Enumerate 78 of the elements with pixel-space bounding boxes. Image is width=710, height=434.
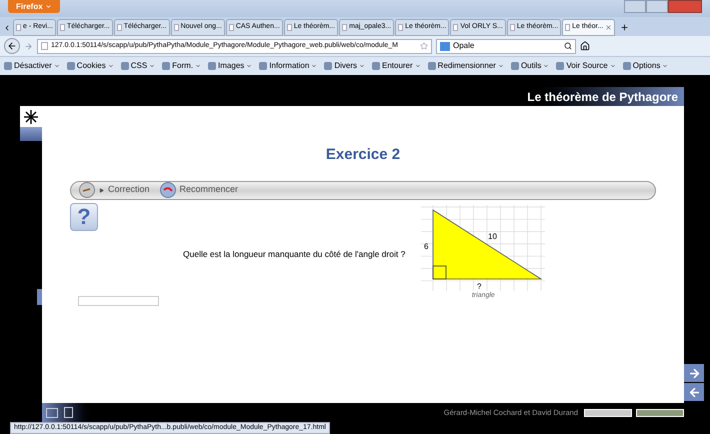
toolbar-menu-item[interactable]: Images bbox=[218, 60, 244, 72]
logo-icon[interactable] bbox=[24, 110, 38, 124]
caret-icon bbox=[108, 63, 114, 69]
right-arrow-icon bbox=[688, 366, 700, 380]
caret-icon bbox=[149, 63, 156, 69]
new-tab-icon[interactable] bbox=[620, 23, 630, 32]
toolbar-menu-item[interactable]: Voir Source bbox=[566, 60, 608, 72]
toolbar-item-icon bbox=[4, 62, 12, 70]
toolbar-menu-item[interactable]: Options bbox=[632, 60, 660, 72]
caret-icon bbox=[44, 3, 52, 10]
caret-icon bbox=[414, 63, 421, 69]
home-icon[interactable] bbox=[580, 41, 590, 51]
caret-icon bbox=[54, 63, 60, 69]
caret-icon bbox=[662, 63, 668, 69]
toolbar-item-icon bbox=[510, 62, 519, 70]
caret-icon bbox=[358, 63, 365, 69]
page-icon bbox=[41, 42, 48, 50]
exercise-title: Exercice 2 bbox=[326, 145, 400, 165]
license-badge[interactable] bbox=[584, 408, 632, 416]
question-text: Quelle est la longueur manquante du côté de l'angle droit ? bbox=[183, 248, 406, 261]
restart-icon bbox=[160, 182, 176, 198]
page-icon bbox=[453, 24, 458, 31]
toolbar-menu-item[interactable]: Entourer bbox=[382, 60, 413, 72]
toolbar-item-icon bbox=[324, 62, 332, 70]
back-button[interactable] bbox=[4, 38, 20, 54]
page-icon bbox=[116, 24, 122, 31]
page-icon bbox=[565, 24, 570, 31]
previous-button[interactable] bbox=[684, 383, 704, 401]
toolbar-menu-item[interactable]: Information bbox=[269, 60, 310, 72]
toolbar-item-icon bbox=[556, 62, 564, 70]
caret-icon bbox=[610, 63, 616, 69]
next-button[interactable] bbox=[684, 364, 704, 382]
toolbar-menu-item[interactable]: Form. bbox=[172, 60, 194, 72]
caret-icon bbox=[498, 63, 504, 69]
search-engine-icon bbox=[440, 42, 450, 50]
correction-button[interactable]: Correction bbox=[79, 182, 150, 198]
caret-icon bbox=[195, 63, 202, 69]
page-icon bbox=[286, 24, 292, 31]
page-icon bbox=[60, 24, 65, 31]
left-arrow-icon bbox=[688, 386, 700, 398]
page-icon bbox=[174, 24, 179, 31]
document-icon[interactable] bbox=[64, 407, 73, 418]
search-field[interactable]: Opale bbox=[436, 38, 576, 54]
caret-icon bbox=[311, 63, 318, 69]
toolbar-menu-item[interactable]: CSS bbox=[130, 60, 148, 72]
page-icon bbox=[510, 24, 515, 31]
toolbar-item-icon bbox=[120, 62, 129, 70]
toolbar-menu-item[interactable]: Désactiver bbox=[14, 60, 52, 72]
restart-button[interactable]: Recommencer bbox=[160, 182, 238, 198]
page-icon bbox=[16, 24, 21, 31]
page-icon bbox=[398, 24, 404, 31]
page-icon bbox=[342, 24, 348, 31]
caret-icon bbox=[246, 63, 252, 69]
toolbar-item-icon bbox=[372, 62, 380, 70]
toolbar-item-icon bbox=[162, 62, 170, 70]
page-icon bbox=[228, 24, 234, 31]
caret-icon bbox=[543, 63, 550, 69]
toolbar-item-icon bbox=[66, 62, 75, 70]
toolbar-menu-item[interactable]: Redimensionner bbox=[438, 60, 496, 72]
star-icon[interactable] bbox=[420, 42, 428, 50]
triangle-drawing: 6 10 ? bbox=[421, 204, 546, 290]
toolbar-menu-item[interactable]: Outils bbox=[520, 60, 542, 72]
toolbar-item-icon bbox=[622, 62, 631, 70]
printer-icon[interactable] bbox=[46, 408, 58, 418]
toolbar-menu-item[interactable]: Divers bbox=[334, 60, 357, 72]
scroll-left-icon[interactable] bbox=[3, 24, 11, 32]
question-icon: ? bbox=[70, 202, 98, 230]
toolbar-menu-item[interactable]: Cookies bbox=[76, 60, 106, 72]
answer-field[interactable] bbox=[78, 296, 159, 306]
search-icon[interactable] bbox=[564, 42, 572, 50]
back-arrow-icon bbox=[7, 41, 17, 51]
toolbar-item-icon bbox=[428, 62, 436, 70]
toolbar-item-icon bbox=[259, 62, 268, 70]
close-icon[interactable] bbox=[605, 24, 612, 31]
sidebar-strip bbox=[20, 127, 42, 141]
publisher-badge[interactable] bbox=[636, 408, 684, 416]
arrow-icon bbox=[99, 188, 104, 192]
toolbar-item-icon bbox=[208, 62, 216, 70]
